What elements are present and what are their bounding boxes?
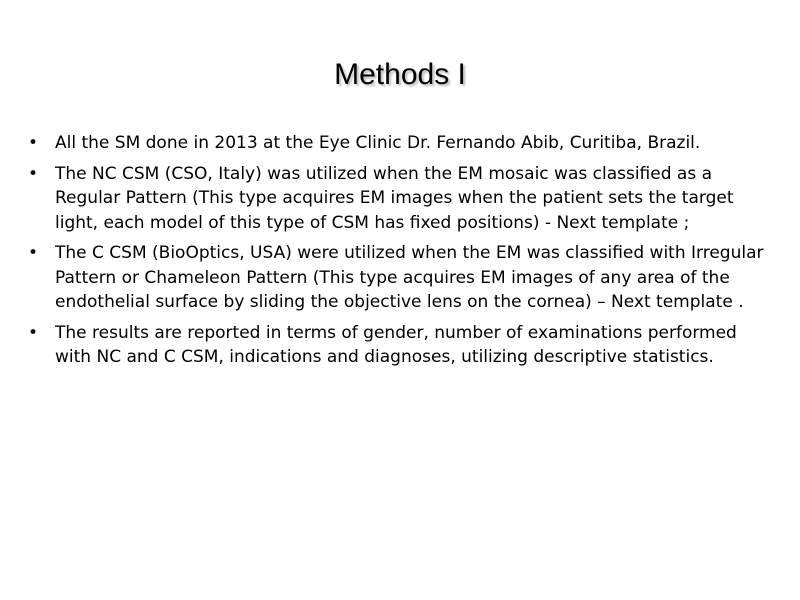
bullet-marker-icon: •: [28, 243, 39, 263]
bullet-item-3: • The C CSM (BioOptics, USA) were utiliz…: [28, 241, 776, 315]
slide: Methods I • All the SM done in 2013 at t…: [0, 0, 800, 600]
bullet-list: • All the SM done in 2013 at the Eye Cli…: [28, 131, 776, 376]
bullet-marker-icon: •: [28, 322, 39, 343]
bullet-marker-icon: •: [28, 133, 39, 153]
bullet-item-2: • The NC CSM (CSO, Italy) was utilized w…: [28, 162, 776, 236]
bullet-item-4: • The results are reported in terms of g…: [28, 321, 776, 370]
bullet-text: The NC CSM (CSO, Italy) was utilized whe…: [55, 163, 734, 233]
slide-title: Methods I: [334, 58, 466, 91]
bullet-text: All the SM done in 2013 at the Eye Clini…: [55, 133, 701, 153]
bullet-text: The C CSM (BioOptics, USA) were utilized…: [55, 243, 764, 312]
bullet-item-1: • All the SM done in 2013 at the Eye Cli…: [28, 131, 776, 156]
bullet-text: The results are reported in terms of gen…: [55, 322, 737, 368]
bullet-marker-icon: •: [28, 163, 39, 184]
